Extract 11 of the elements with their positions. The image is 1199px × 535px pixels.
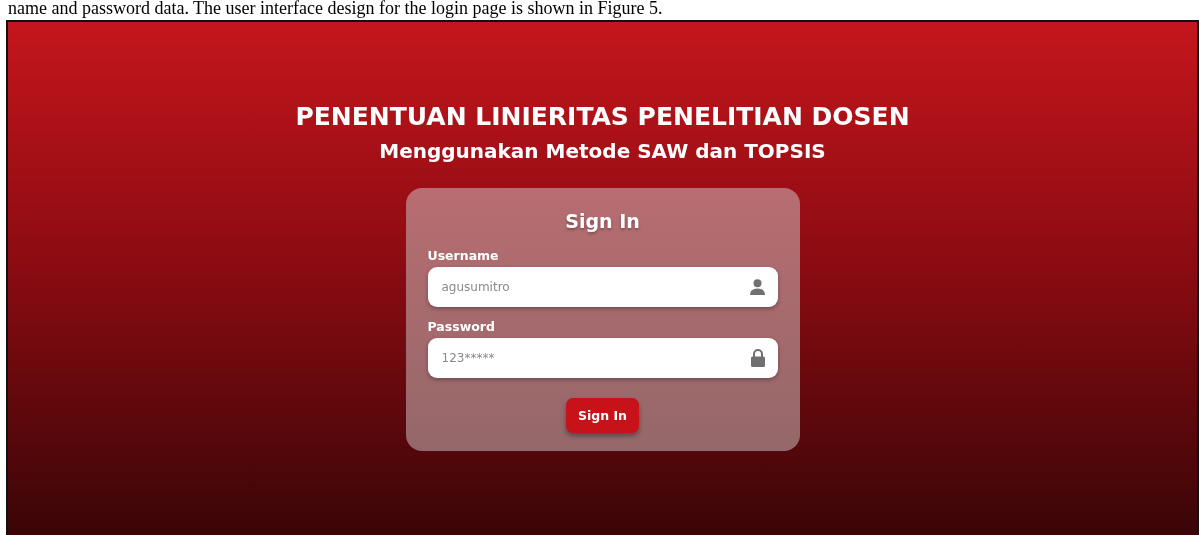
password-field[interactable]: 123***** <box>427 338 778 378</box>
card-heading: Sign In <box>565 210 640 232</box>
page-title: PENENTUAN LINIERITAS PENELITIAN DOSEN <box>295 102 910 131</box>
username-field[interactable]: agusumitro <box>427 267 778 307</box>
field-label: Password <box>427 319 495 334</box>
field-label: Username <box>427 248 499 263</box>
page-subtitle: Menggunakan Metode SAW dan TOPSIS <box>379 139 826 163</box>
sign-in-button[interactable]: Sign In <box>565 398 639 433</box>
lock-icon <box>750 349 765 367</box>
user-icon <box>749 279 765 295</box>
caption-text: name and password data. The user interface design for the login page is shown in Figure 5. <box>7 0 664 19</box>
